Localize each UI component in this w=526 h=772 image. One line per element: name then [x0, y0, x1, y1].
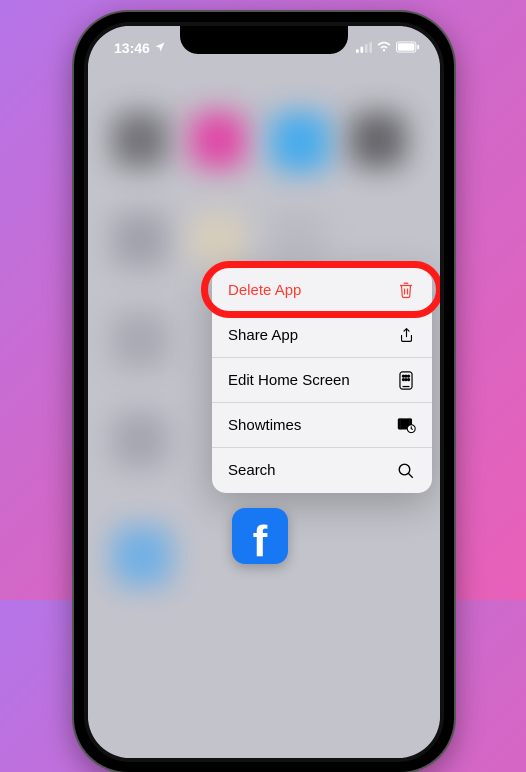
notch — [180, 26, 348, 54]
blurred-app-icon — [270, 112, 330, 172]
facebook-app-icon[interactable]: f — [232, 508, 288, 564]
signal-icon — [356, 40, 372, 56]
status-left: 13:46 — [114, 40, 166, 56]
phone-screen: 13:46 — [88, 26, 440, 758]
blurred-app-icon — [112, 526, 172, 586]
status-time: 13:46 — [114, 40, 150, 56]
blurred-app-icon — [112, 212, 168, 268]
blurred-app-icon — [350, 112, 406, 168]
edit-home-icon — [396, 370, 416, 390]
menu-item-showtimes[interactable]: Showtimes — [212, 403, 432, 448]
menu-item-share-app[interactable]: Share App — [212, 313, 432, 358]
blurred-app-icon — [270, 212, 326, 268]
blurred-app-icon — [112, 312, 168, 368]
context-menu: Delete App Share App Edit Home Screen — [212, 268, 432, 493]
phone-frame: 13:46 — [74, 12, 454, 772]
menu-item-delete-app[interactable]: Delete App — [212, 268, 432, 313]
menu-item-search[interactable]: Search — [212, 448, 432, 493]
status-right — [356, 40, 420, 56]
menu-item-label: Search — [228, 462, 276, 479]
blurred-app-icon — [190, 212, 246, 268]
showtimes-icon — [396, 415, 416, 435]
battery-icon — [396, 40, 420, 56]
phone-inner-frame: 13:46 — [84, 22, 444, 762]
facebook-logo-icon: f — [253, 520, 268, 564]
menu-item-edit-home-screen[interactable]: Edit Home Screen — [212, 358, 432, 403]
search-icon — [396, 461, 416, 481]
menu-item-label: Delete App — [228, 282, 301, 299]
share-icon — [396, 325, 416, 345]
blurred-app-icon — [112, 412, 168, 468]
menu-item-label: Showtimes — [228, 417, 301, 434]
blurred-app-icon — [190, 112, 246, 168]
menu-item-label: Edit Home Screen — [228, 372, 350, 389]
menu-item-label: Share App — [228, 327, 298, 344]
blurred-app-icon — [112, 112, 168, 168]
wifi-icon — [376, 40, 392, 56]
location-arrow-icon — [154, 40, 166, 56]
trash-icon — [396, 280, 416, 300]
